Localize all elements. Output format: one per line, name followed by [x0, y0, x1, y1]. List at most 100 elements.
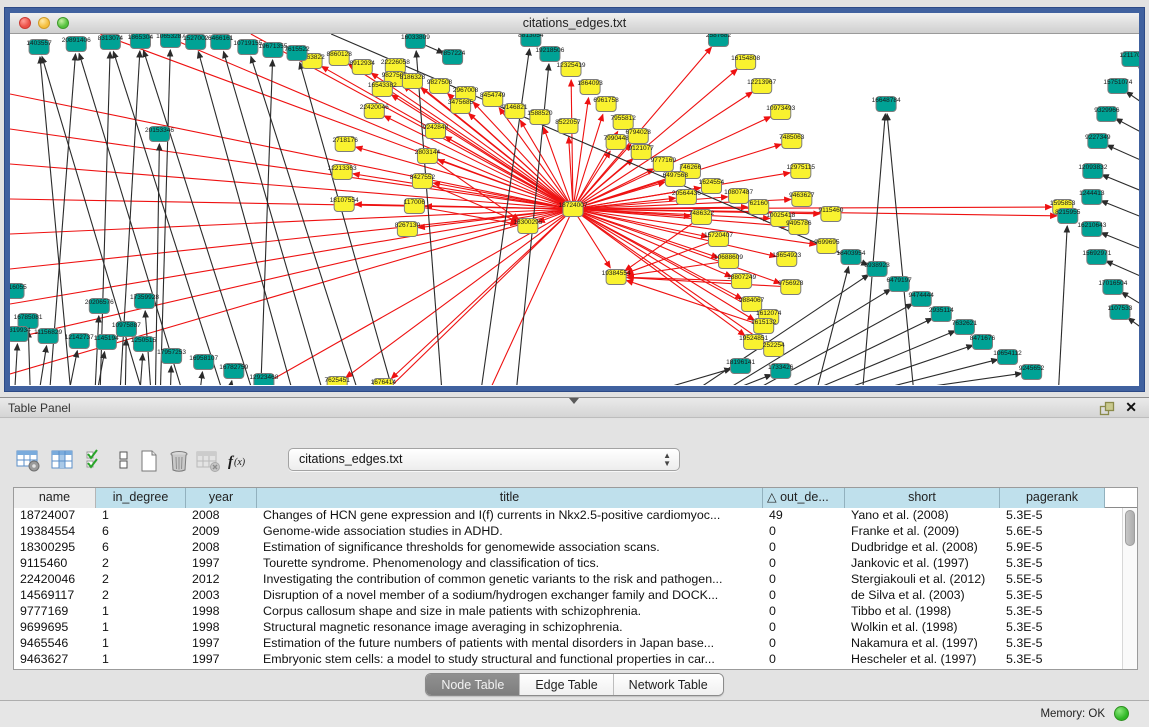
- network-node[interactable]: 16543382: [368, 82, 397, 97]
- network-node[interactable]: 17359928: [130, 294, 159, 309]
- network-node[interactable]: 9146821: [502, 104, 528, 119]
- network-node[interactable]: 8267130: [395, 222, 421, 237]
- network-node[interactable]: 20564436: [672, 190, 701, 205]
- network-node[interactable]: 1527002: [183, 35, 209, 50]
- create-column-icon[interactable]: [138, 449, 162, 473]
- network-node[interactable]: 9329966: [1094, 107, 1120, 122]
- network-node[interactable]: 18300295: [513, 219, 542, 234]
- network-node[interactable]: 1244413: [1079, 190, 1105, 205]
- network-node[interactable]: 12923468: [249, 374, 278, 386]
- network-node[interactable]: 19218506: [535, 47, 564, 62]
- table-row[interactable]: 946362711997Embryonic stem cells: a mode…: [14, 652, 1137, 668]
- network-node[interactable]: 1403557: [26, 40, 52, 55]
- delete-column-icon[interactable]: [167, 449, 191, 473]
- network-node[interactable]: 2935114: [929, 307, 954, 322]
- network-node[interactable]: 18196141: [726, 359, 755, 374]
- select-columns-icon[interactable]: [84, 449, 106, 473]
- network-node[interactable]: 1145194: [94, 335, 119, 350]
- network-node[interactable]: 1733426: [768, 364, 794, 379]
- network-node[interactable]: 16033809: [401, 34, 430, 49]
- tab-node-table[interactable]: Node Table: [426, 674, 519, 695]
- network-node[interactable]: 1676414: [371, 379, 397, 386]
- network-node[interactable]: 9115460: [818, 207, 843, 222]
- network-node[interactable]: 9756928: [778, 280, 804, 295]
- network-node[interactable]: 9463627: [789, 192, 815, 207]
- network-node[interactable]: 12325419: [557, 62, 586, 77]
- network-node[interactable]: 17957253: [157, 349, 186, 364]
- network-node[interactable]: 9777169: [651, 157, 677, 172]
- network-node[interactable]: 8522057: [555, 119, 581, 134]
- network-node[interactable]: 16154808: [731, 55, 760, 70]
- network-node[interactable]: 15720407: [704, 232, 733, 247]
- network-node[interactable]: 9474444: [909, 292, 935, 307]
- network-node[interactable]: 1624554: [699, 179, 725, 194]
- network-node[interactable]: 8938923: [864, 262, 890, 277]
- network-node[interactable]: 17016504: [1098, 280, 1127, 295]
- network-node[interactable]: 2803144: [415, 149, 441, 164]
- network-node[interactable]: 13654923: [772, 252, 801, 267]
- network-node[interactable]: 8313074: [98, 35, 124, 50]
- tab-edge-table[interactable]: Edge Table: [519, 674, 612, 695]
- close-panel-icon[interactable]: ✕: [1125, 399, 1137, 416]
- network-node[interactable]: 7955812: [610, 115, 636, 130]
- table-row[interactable]: 1938455462009Genome-wide association stu…: [14, 524, 1137, 540]
- network-node[interactable]: 20206576: [85, 299, 114, 314]
- table-settings-icon[interactable]: [16, 449, 42, 473]
- network-node[interactable]: 2587682: [706, 34, 732, 47]
- column-header-title[interactable]: title: [257, 488, 763, 508]
- network-node[interactable]: 2516055: [10, 284, 27, 299]
- table-row[interactable]: 946554611997Estimation of the future num…: [14, 636, 1137, 652]
- row-height-icon[interactable]: [116, 449, 132, 473]
- network-node[interactable]: 252254: [763, 342, 785, 357]
- network-node[interactable]: 20153346: [145, 127, 174, 142]
- memory-status-icon[interactable]: [1114, 706, 1129, 721]
- network-node[interactable]: 6497568: [663, 172, 689, 187]
- network-node[interactable]: 8813054: [518, 34, 544, 47]
- show-columns-icon[interactable]: [51, 449, 75, 473]
- network-node[interactable]: 10688609: [714, 254, 743, 269]
- network-node[interactable]: 7486322: [689, 210, 715, 225]
- network-node[interactable]: 10653287: [156, 34, 185, 48]
- network-node[interactable]: 6466161: [208, 35, 234, 50]
- network-node[interactable]: 16210643: [1077, 222, 1106, 237]
- table-source-select[interactable]: citations_edges.txt ▲▼: [288, 448, 680, 471]
- column-header-outde[interactable]: △ out_de...: [763, 488, 845, 508]
- vertical-scrollbar[interactable]: [1122, 508, 1137, 669]
- column-header-short[interactable]: short: [845, 488, 1000, 508]
- network-node[interactable]: 2718176: [333, 137, 359, 152]
- network-window[interactable]: citations_edges.txt 18724007796382288601…: [5, 8, 1144, 391]
- network-node[interactable]: 8860128: [326, 51, 352, 66]
- network-window-titlebar[interactable]: citations_edges.txt: [10, 13, 1139, 34]
- network-node[interactable]: 1865304: [128, 34, 154, 49]
- network-node[interactable]: 18107554: [330, 197, 359, 212]
- network-node[interactable]: 7625451: [324, 377, 350, 386]
- network-node[interactable]: 9495786: [786, 220, 812, 235]
- network-node[interactable]: 9242848: [423, 124, 449, 139]
- network-node[interactable]: 10973493: [766, 105, 795, 120]
- network-node[interactable]: 7485063: [779, 134, 805, 149]
- network-node[interactable]: 6961758: [593, 97, 619, 112]
- column-header-pagerank[interactable]: pagerank: [1000, 488, 1105, 508]
- network-node[interactable]: 1864093: [577, 80, 603, 95]
- network-node[interactable]: 3319934: [10, 327, 31, 342]
- network-node[interactable]: 7857224: [440, 50, 466, 65]
- network-node[interactable]: 6794028: [626, 129, 652, 144]
- network-node[interactable]: 3475685: [448, 99, 474, 114]
- network-node[interactable]: 10654112: [993, 350, 1022, 365]
- tab-network-table[interactable]: Network Table: [613, 674, 723, 695]
- network-node[interactable]: 9245652: [1019, 365, 1045, 380]
- network-node[interactable]: 9827508: [427, 79, 453, 94]
- network-node[interactable]: 12975115: [787, 164, 816, 179]
- node-table[interactable]: namein_degreeyeartitle△ out_de...shortpa…: [13, 487, 1138, 670]
- network-node[interactable]: 1615132: [751, 319, 777, 334]
- float-window-icon[interactable]: [1099, 401, 1115, 416]
- network-node[interactable]: 8427552: [410, 174, 436, 189]
- network-node[interactable]: 1107533: [1107, 305, 1132, 320]
- function-builder-icon[interactable]: f (x): [226, 449, 256, 473]
- table-row[interactable]: 911546021997Tourette syndrome. Phenomeno…: [14, 556, 1137, 572]
- network-node[interactable]: 12213967: [747, 79, 776, 94]
- network-node[interactable]: 16782759: [219, 364, 248, 379]
- network-node[interactable]: 8471676: [970, 335, 996, 350]
- network-node[interactable]: 7632621: [952, 320, 978, 335]
- network-node[interactable]: 6479197: [886, 277, 912, 292]
